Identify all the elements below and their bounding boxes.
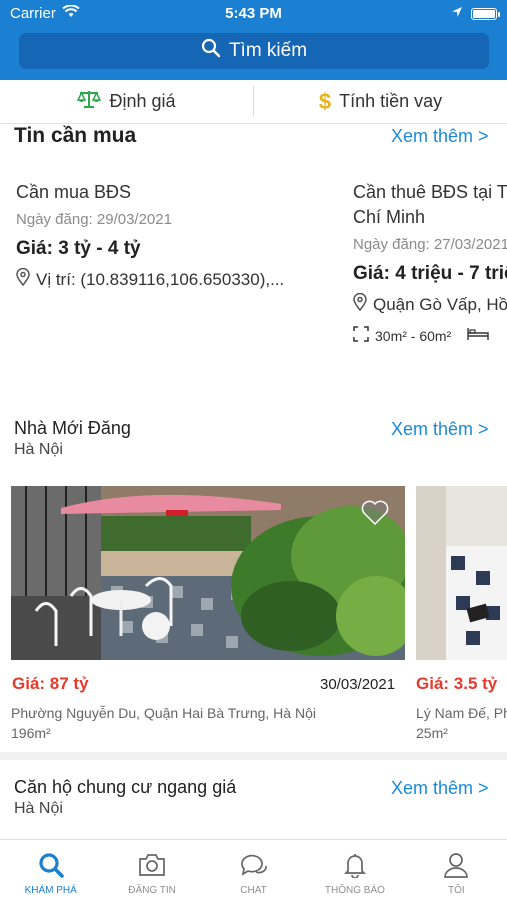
wanted-card-date: Ngày đăng: 27/03/2021 <box>353 236 507 253</box>
wanted-card[interactable]: Cần mua BĐS Ngày đăng: 29/03/2021 Giá: 3… <box>16 180 336 340</box>
user-icon <box>443 852 469 881</box>
tab-label: ĐĂNG TIN <box>128 885 176 896</box>
loan-calculator-button[interactable]: $ Tính tiền vay <box>254 80 507 123</box>
listing-photo[interactable] <box>416 486 507 660</box>
listing-details: Giá: 3.5 tỷ Lý Nam Đế, Phường Cửa Đông, … <box>416 670 507 745</box>
new-listings-title: Nhà Mới Đăng <box>14 418 131 438</box>
wanted-card-date: Ngày đăng: 29/03/2021 <box>16 211 172 228</box>
battery-icon <box>471 7 500 20</box>
tab-chat[interactable]: CHAT <box>203 840 304 900</box>
listing-address: Lý Nam Đế, Phường Cửa Đông, Hà Nội <box>416 705 507 721</box>
tools-row: Định giá $ Tính tiền vay <box>0 80 507 124</box>
wanted-section-title: Tin cần mua <box>14 124 137 147</box>
tab-label: THÔNG BÁO <box>324 885 385 896</box>
wanted-card-location: Quận Gò Vấp, Hồ Chí Minh <box>353 292 507 316</box>
search-label: Tìm kiếm <box>228 40 308 61</box>
apartments-title: Căn hộ chung cư ngang giá <box>14 777 237 797</box>
tab-label: TÔI <box>447 885 465 896</box>
valuation-button[interactable]: Định giá <box>0 80 253 123</box>
listing-price: Giá: 87 tỷ <box>12 674 89 693</box>
search-bar[interactable]: Tìm kiếm <box>19 33 489 69</box>
loan-calculator-label: Tính tiền vay <box>339 91 443 111</box>
map-pin-icon <box>16 267 30 291</box>
listing-photo[interactable] <box>11 486 405 660</box>
scale-icon <box>77 89 102 114</box>
new-listings-city: Hà Nội <box>14 441 63 458</box>
apartments-city: Hà Nội <box>14 800 63 817</box>
wanted-card[interactable]: Cần thuê BĐS tại Thành phố Hồ Chí Minh N… <box>353 180 507 350</box>
tab-label: KHÁM PHÁ <box>24 885 77 896</box>
apartments-see-more-link[interactable]: Xem thêm > <box>391 778 489 799</box>
wanted-card-title: Cần mua BĐS <box>16 182 132 202</box>
area-range: 30m² - 60m² <box>375 327 452 344</box>
listing-address: Phường Nguyễn Du, Quận Hai Bà Trưng, Hà … <box>11 705 316 721</box>
location-arrow-icon <box>451 5 463 22</box>
listing-area: 196m² <box>11 725 51 741</box>
wanted-see-more-link[interactable]: Xem thêm > <box>391 126 489 147</box>
wanted-card-price: Giá: 3 tỷ - 4 tỷ <box>16 238 141 259</box>
bell-icon <box>342 852 368 881</box>
section-divider <box>0 752 507 760</box>
location-text: Quận Gò Vấp, Hồ Chí Minh <box>373 294 507 314</box>
chat-icon <box>239 852 269 881</box>
tab-explore[interactable]: KHÁM PHÁ <box>0 840 101 900</box>
tab-profile[interactable]: TÔI <box>406 840 507 900</box>
valuation-label: Định giá <box>109 91 176 111</box>
tab-label: CHAT <box>240 885 267 896</box>
tab-notifications[interactable]: THÔNG BÁO <box>304 840 405 900</box>
wanted-card-price: Giá: 4 triệu - 7 triệu <box>353 263 507 284</box>
search-icon <box>201 38 221 64</box>
listing-area: 25m² <box>416 725 448 741</box>
wanted-card-location: Vị trí: (10.839116,106.650330),... <box>16 267 336 291</box>
favorite-heart-icon[interactable] <box>361 500 389 530</box>
listing-date: 30/03/2021 <box>320 676 396 693</box>
new-listings-see-more-link[interactable]: Xem thêm > <box>391 419 489 440</box>
wanted-card-title: Cần thuê BĐS tại Thành phố Hồ Chí Minh <box>353 182 507 227</box>
status-bar: Carrier 5:43 PM <box>0 0 507 28</box>
bed-icon <box>467 327 489 344</box>
map-pin-icon <box>353 292 367 316</box>
listing-price: Giá: 3.5 tỷ <box>416 674 498 693</box>
dollar-icon: $ <box>318 88 332 114</box>
area-icon <box>353 326 369 345</box>
app-header: Carrier 5:43 PM Tìm kiếm <box>0 0 507 80</box>
location-text: Vị trí: (10.839116,106.650330),... <box>36 269 285 289</box>
camera-icon <box>138 852 166 881</box>
tab-bar: KHÁM PHÁ ĐĂNG TIN CHAT THÔNG BÁO TÔI <box>0 839 507 900</box>
tab-post[interactable]: ĐĂNG TIN <box>101 840 202 900</box>
search-icon <box>38 852 64 881</box>
wanted-card-meta: 30m² - 60m² <box>353 326 507 345</box>
clock: 5:43 PM <box>225 5 282 22</box>
